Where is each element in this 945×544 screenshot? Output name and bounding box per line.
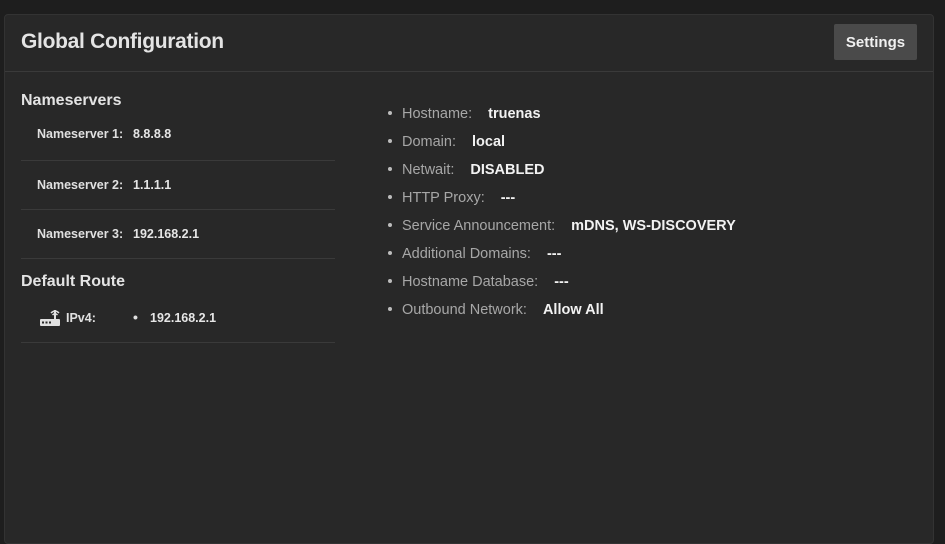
- info-item-domain: Domain: local: [388, 131, 736, 159]
- bullet: [388, 279, 392, 284]
- info-item-additional-domains: Additional Domains: ---: [388, 243, 736, 271]
- nameserver-value: 1.1.1.1: [133, 178, 172, 192]
- info-value: ---: [554, 274, 569, 290]
- ipv4-label: IPv4:: [66, 311, 96, 325]
- nameserver-value: 8.8.8.8: [133, 127, 172, 141]
- nameserver-row: Nameserver 1: 8.8.8.8: [21, 112, 335, 161]
- ipv4-value: 192.168.2.1: [150, 311, 217, 325]
- global-configuration-card: Global Configuration Settings Nameserver…: [4, 14, 934, 544]
- info-value: Allow All: [542, 302, 604, 318]
- bullet: [388, 251, 392, 256]
- info-value: ---: [500, 190, 516, 206]
- info-item-hostname: Hostname: truenas: [388, 103, 736, 131]
- nameserver-label: Nameserver 1:: [37, 127, 124, 141]
- info-value: truenas: [488, 106, 541, 122]
- info-item-service-announcement: Service Announcement: mDNS, WS-DISCOVERY: [388, 215, 736, 243]
- default-route-title: Default Route: [21, 273, 125, 290]
- info-item-outbound-network: Outbound Network: Allow All: [388, 299, 736, 327]
- nameserver-row: Nameserver 3: 192.168.2.1: [21, 210, 335, 259]
- nameserver-label: Nameserver 3:: [37, 227, 124, 241]
- card-title: Global Configuration: [21, 30, 224, 53]
- settings-button[interactable]: Settings: [834, 24, 917, 60]
- info-list: Hostname: truenas Domain: local Netwait: DI…: [388, 103, 736, 327]
- info-key: Additional Domains:: [402, 246, 531, 262]
- info-key: Hostname Database:: [402, 274, 539, 290]
- info-key: HTTP Proxy:: [402, 190, 485, 206]
- info-value: mDNS, WS-DISCOVERY: [571, 218, 736, 234]
- nameserver-label: Nameserver 2:: [37, 178, 124, 192]
- bullet: [388, 223, 392, 228]
- left-column: Nameservers Nameserver 1: 8.8.8.8 Namese…: [21, 90, 335, 343]
- nameserver-value: 192.168.2.1: [133, 227, 200, 241]
- info-key: Hostname:: [402, 106, 473, 122]
- info-key: Outbound Network:: [402, 302, 527, 318]
- info-key: Domain:: [402, 134, 456, 150]
- info-key: Netwait:: [402, 162, 455, 178]
- info-value: ---: [546, 246, 562, 262]
- bullet: [388, 167, 392, 172]
- info-item-http-proxy: HTTP Proxy: ---: [388, 187, 736, 215]
- default-route-row: IPv4: • 192.168.2.1: [21, 293, 335, 343]
- bullet: [388, 307, 392, 312]
- info-value: DISABLED: [470, 162, 545, 178]
- router-icon: [40, 310, 60, 326]
- info-value: local: [472, 134, 506, 150]
- info-item-netwait: Netwait: DISABLED: [388, 159, 736, 187]
- card-header: Global Configuration Settings: [5, 15, 933, 72]
- bullet: •: [133, 309, 138, 325]
- nameservers-title: Nameservers: [21, 92, 122, 109]
- nameserver-row: Nameserver 2: 1.1.1.1: [21, 161, 335, 210]
- bullet: [388, 139, 392, 144]
- bullet: [388, 195, 392, 200]
- info-item-hostname-database: Hostname Database: ---: [388, 271, 736, 299]
- bullet: [388, 111, 392, 116]
- info-key: Service Announcement:: [402, 218, 556, 234]
